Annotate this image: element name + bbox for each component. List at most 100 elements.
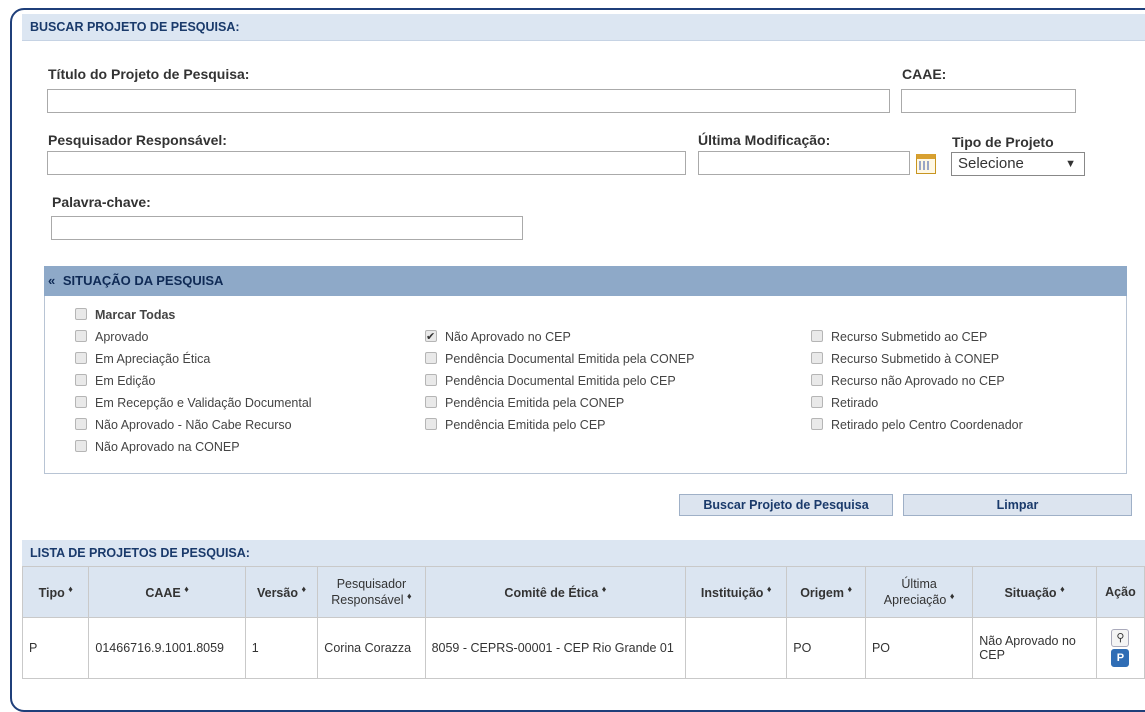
checkbox-icon[interactable] (425, 396, 437, 408)
situacao-checkbox[interactable]: Retirado pelo Centro Coordenador (811, 416, 1023, 434)
checkbox-label: Recurso Submetido à CONEP (831, 352, 1000, 366)
situacao-checkbox[interactable]: Não Aprovado no CEP (425, 328, 571, 346)
col-situacao[interactable]: Situação ♦ (972, 566, 1097, 618)
sort-icon[interactable]: ♦ (602, 584, 607, 594)
col-instituicao[interactable]: Instituição ♦ (685, 566, 788, 618)
checkbox-label: Retirado (831, 396, 879, 410)
tipo-projeto-label: Tipo de Projeto (952, 134, 1054, 150)
sort-icon[interactable]: ♦ (184, 584, 189, 594)
checkbox-icon[interactable] (75, 440, 87, 452)
checkbox-label: Pendência Documental Emitida pela CONEP (445, 352, 695, 366)
checkbox-icon[interactable] (811, 374, 823, 386)
checkbox-icon[interactable] (75, 330, 87, 342)
checkbox-icon[interactable] (425, 374, 437, 386)
cell-acao: ⚲ P (1095, 617, 1145, 679)
palavra-chave-label: Palavra-chave: (52, 194, 151, 210)
checkbox-label: Em Recepção e Validação Documental (95, 396, 312, 410)
col-tipo[interactable]: Tipo ♦ (21, 566, 90, 618)
checkbox-label: Marcar Todas (95, 308, 176, 322)
checkbox-icon[interactable] (75, 418, 87, 430)
list-panel-title: LISTA DE PROJETOS DE PESQUISA: (22, 540, 1145, 567)
situacao-checkbox[interactable]: Pendência Documental Emitida pela CONEP (425, 350, 694, 368)
checkbox-icon[interactable] (811, 352, 823, 364)
sort-icon[interactable]: ♦ (68, 584, 73, 594)
sort-icon[interactable]: ♦ (1060, 584, 1065, 594)
caae-label: CAAE: (902, 66, 947, 82)
checkbox-icon[interactable] (75, 396, 87, 408)
tipo-projeto-selected: Selecione (958, 155, 1024, 172)
situacao-checkbox[interactable]: Aprovado (75, 328, 149, 346)
situacao-checkbox[interactable]: Não Aprovado - Não Cabe Recurso (75, 416, 292, 434)
situacao-checkbox[interactable]: Não Aprovado na CONEP (75, 438, 240, 456)
titulo-input[interactable] (47, 89, 890, 113)
situacao-checkbox[interactable]: Marcar Todas (75, 306, 175, 324)
situacao-checkbox[interactable]: Retirado (811, 394, 878, 412)
checkbox-label: Recurso não Aprovado no CEP (831, 374, 1005, 388)
checkbox-label: Pendência Documental Emitida pelo CEP (445, 374, 676, 388)
cell-origem: PO (786, 617, 866, 679)
search-panel-title: BUSCAR PROJETO DE PESQUISA: (22, 14, 1145, 41)
checkbox-icon[interactable] (811, 396, 823, 408)
situacao-checkbox[interactable]: Em Recepção e Validação Documental (75, 394, 312, 412)
cell-situacao: Não Aprovado no CEP (972, 617, 1097, 679)
tipo-projeto-select[interactable]: Selecione ▼ (951, 152, 1085, 176)
project-document-icon[interactable]: P (1111, 649, 1130, 667)
cell-pesquisador: Corina Corazza (317, 617, 426, 679)
cell-ultima: PO (864, 617, 974, 679)
sort-icon[interactable]: ♦ (767, 584, 772, 594)
ultima-modificacao-input[interactable] (698, 151, 910, 175)
caae-input[interactable] (901, 89, 1076, 113)
checkbox-icon[interactable] (75, 374, 87, 386)
checkbox-label: Pendência Emitida pelo CEP (445, 418, 606, 432)
col-ultima[interactable]: Última Apreciação ♦ (864, 566, 974, 618)
table-row[interactable]: P 01466716.9.1001.8059 1 Corina Corazza … (21, 617, 1145, 679)
situacao-checkbox[interactable]: Pendência Documental Emitida pelo CEP (425, 372, 676, 390)
sort-icon[interactable]: ♦ (950, 591, 955, 601)
results-table: Tipo ♦ CAAE ♦ Versão ♦ Pesquisador Respon… (21, 566, 1145, 679)
buscar-button[interactable]: Buscar Projeto de Pesquisa (679, 494, 893, 516)
checkbox-icon[interactable] (811, 418, 823, 430)
sort-icon[interactable]: ♦ (847, 584, 852, 594)
situacao-checkbox[interactable]: Recurso não Aprovado no CEP (811, 372, 1005, 390)
cell-tipo: P (21, 617, 90, 679)
situacao-checkbox[interactable]: Recurso Submetido ao CEP (811, 328, 987, 346)
col-origem[interactable]: Origem ♦ (786, 566, 866, 618)
col-caae[interactable]: CAAE ♦ (88, 566, 246, 618)
checkbox-label: Pendência Emitida pela CONEP (445, 396, 625, 410)
table-header-row: Tipo ♦ CAAE ♦ Versão ♦ Pesquisador Respon… (21, 566, 1145, 618)
col-comite[interactable]: Comitê de Ética ♦ (424, 566, 687, 618)
checkbox-icon[interactable] (75, 308, 87, 320)
ultima-modificacao-label: Última Modificação: (698, 132, 831, 148)
col-versao[interactable]: Versão ♦ (244, 566, 319, 618)
calendar-icon[interactable] (916, 154, 936, 174)
col-pesquisador[interactable]: Pesquisador Responsável ♦ (317, 566, 426, 618)
collapse-icon[interactable]: « (48, 273, 55, 288)
situacao-title: SITUAÇÃO DA PESQUISA (62, 273, 224, 288)
titulo-label: Título do Projeto de Pesquisa: (48, 66, 250, 82)
magnifier-icon[interactable]: ⚲ (1111, 629, 1130, 647)
checkbox-icon[interactable] (425, 352, 437, 364)
situacao-checkbox[interactable]: Pendência Emitida pelo CEP (425, 416, 606, 434)
cell-caae: 01466716.9.1001.8059 (88, 617, 246, 679)
pesquisador-input[interactable] (47, 151, 686, 175)
checkbox-icon[interactable] (425, 418, 437, 430)
palavra-chave-input[interactable] (51, 216, 523, 240)
checkbox-icon[interactable] (75, 352, 87, 364)
checkbox-label: Recurso Submetido ao CEP (831, 330, 988, 344)
limpar-button[interactable]: Limpar (903, 494, 1132, 516)
sort-icon[interactable]: ♦ (301, 584, 306, 594)
situacao-checkbox[interactable]: Em Apreciação Ética (75, 350, 210, 368)
dropdown-arrow-icon: ▼ (1065, 158, 1076, 170)
checkbox-label: Em Apreciação Ética (95, 352, 211, 366)
situacao-checkbox[interactable]: Em Edição (75, 372, 155, 390)
checkbox-icon[interactable] (425, 328, 437, 346)
col-acao: Ação (1095, 566, 1145, 618)
cell-instituicao (685, 617, 788, 679)
sort-icon[interactable]: ♦ (407, 591, 412, 601)
checkbox-icon[interactable] (811, 330, 823, 342)
situacao-header[interactable]: « SITUAÇÃO DA PESQUISA (44, 266, 1127, 296)
situacao-checkbox[interactable]: Recurso Submetido à CONEP (811, 350, 999, 368)
situacao-checkbox[interactable]: Pendência Emitida pela CONEP (425, 394, 624, 412)
cell-comite: 8059 - CEPRS-00001 - CEP Rio Grande 01 (424, 617, 687, 679)
checkbox-label: Não Aprovado no CEP (445, 330, 571, 344)
